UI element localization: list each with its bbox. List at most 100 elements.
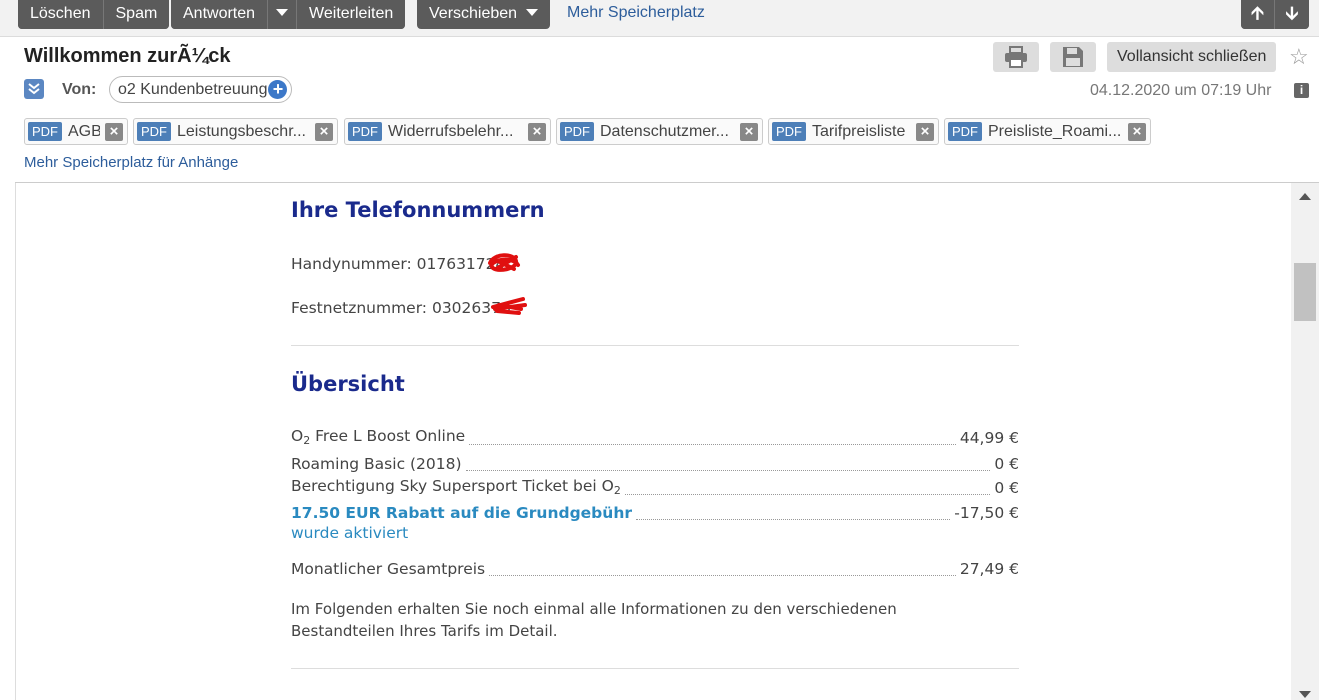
discount-value: -17,50 € — [954, 504, 1019, 522]
reply-options-dropdown[interactable] — [268, 0, 298, 29]
section-divider — [291, 345, 1019, 346]
spam-button[interactable]: Spam — [103, 0, 170, 29]
chevron-down-icon — [276, 9, 289, 17]
landline-number: Festnetznummer: 03026376 — [291, 299, 511, 317]
print-button[interactable] — [993, 42, 1039, 72]
move-group: Verschieben — [417, 0, 550, 29]
attachment-item[interactable]: PDF Widerrufsbelehr... × — [344, 118, 551, 145]
double-chevron-down-icon — [28, 83, 40, 95]
remove-attachment-icon[interactable]: × — [1128, 122, 1146, 141]
arrow-down-icon: 🡫 — [1285, 3, 1299, 23]
tariff-row: O2 Free L Boost Online 44,99 € — [291, 425, 1019, 447]
scroll-thumb[interactable] — [1294, 263, 1316, 321]
discount-note: wurde aktiviert — [291, 524, 409, 542]
attachment-name: Tarifpreisliste — [812, 122, 906, 140]
pdf-badge: PDF — [137, 122, 171, 141]
remove-attachment-icon[interactable]: × — [105, 122, 123, 141]
attachment-name: AGB — [68, 122, 100, 140]
from-label: Von: — [62, 81, 97, 98]
discount-label: 17.50 EUR Rabatt auf die Grundgebühr — [291, 504, 632, 522]
info-text-line-2: Bestandteilen Ihres Tarifs im Detail. — [291, 622, 558, 640]
o2-subscript: 2 — [613, 484, 621, 497]
pdf-badge: PDF — [348, 122, 382, 141]
pdf-badge: PDF — [948, 122, 982, 141]
attachment-name: Widerrufsbelehr... — [388, 122, 514, 140]
o2-letter: O — [291, 427, 304, 445]
navigation-group: 🡩 🡫 — [1241, 0, 1309, 29]
reply-forward-group: Antworten Weiterleiten — [171, 0, 406, 29]
total-row: Monatlicher Gesamtpreis 27,49 € — [291, 556, 1019, 578]
scroll-down-arrow-icon[interactable] — [1299, 691, 1311, 698]
more-attachment-storage-link[interactable]: Mehr Speicherplatz für Anhänge — [24, 154, 238, 171]
sender-name: o2 Kundenbetreuung — [118, 81, 268, 98]
attachment-item[interactable]: PDF Datenschutzmer... × — [556, 118, 763, 145]
attachment-name: Preisliste_Roami... — [988, 122, 1122, 140]
move-button[interactable]: Verschieben — [417, 0, 550, 29]
tariff-row: Roaming Basic (2018) 0 € — [291, 451, 1019, 473]
mobile-number-text: Handynummer: 017631724 — [291, 255, 506, 273]
overview-heading: Übersicht — [291, 372, 405, 396]
redaction-scribble — [488, 253, 520, 272]
remove-attachment-icon[interactable]: × — [528, 122, 546, 141]
attachment-name: Leistungsbeschr... — [177, 122, 306, 140]
attachment-item[interactable]: PDF Leistungsbeschr... × — [133, 118, 338, 145]
printer-icon — [1005, 46, 1027, 68]
expand-details-button[interactable] — [24, 79, 44, 99]
save-button[interactable] — [1050, 42, 1096, 72]
total-label: Monatlicher Gesamtpreis — [291, 560, 486, 578]
add-contact-icon[interactable]: + — [268, 80, 288, 99]
floppy-disk-icon — [1063, 47, 1083, 67]
arrow-up-icon: 🡩 — [1251, 3, 1264, 23]
dotted-leader — [489, 575, 956, 576]
pdf-badge: PDF — [28, 122, 62, 141]
phones-heading: Ihre Telefonnummern — [291, 198, 545, 222]
remove-attachment-icon[interactable]: × — [740, 122, 758, 141]
attachment-name: Datenschutzmer... — [600, 122, 729, 140]
vertical-scrollbar[interactable] — [1291, 183, 1319, 700]
toolbar: Löschen Spam Antworten Weiterleiten Vers… — [0, 0, 1319, 37]
sender-chip[interactable]: o2 Kundenbetreuung + — [109, 76, 293, 103]
dotted-leader — [465, 470, 991, 471]
attachment-item[interactable]: PDF AGB × — [24, 118, 128, 145]
mail-body: Ihre Telefonnummern Handynummer: 0176317… — [15, 183, 1291, 700]
next-mail-button[interactable]: 🡫 — [1275, 0, 1309, 29]
total-value: 27,49 € — [959, 560, 1019, 578]
tariff-row-label: Berechtigung Sky Supersport Ticket bei O… — [291, 477, 621, 497]
sky-ticket-text: Berechtigung Sky Supersport Ticket bei O — [291, 477, 614, 495]
section-divider — [291, 668, 1019, 669]
tariff-row-value: 44,99 € — [959, 429, 1019, 447]
pdf-badge: PDF — [772, 122, 806, 141]
tariff-row-value: 0 € — [994, 455, 1019, 473]
tariff-row-value: 0 € — [994, 479, 1019, 497]
attachment-item[interactable]: PDF Preisliste_Roami... × — [944, 118, 1151, 145]
move-button-label: Verschieben — [429, 5, 518, 22]
mail-subject: Willkommen zurÃ¼ck — [24, 45, 231, 67]
info-icon[interactable]: i — [1294, 83, 1309, 98]
info-text-line-1: Im Folgenden erhalten Sie noch einmal al… — [291, 600, 897, 618]
discount-row: 17.50 EUR Rabatt auf die Grundgebühr -17… — [291, 500, 1019, 522]
dotted-leader — [469, 444, 956, 445]
forward-button[interactable]: Weiterleiten — [297, 0, 406, 29]
reply-button[interactable]: Antworten — [171, 0, 269, 29]
star-icon[interactable]: ☆ — [1289, 44, 1309, 70]
attachment-item[interactable]: PDF Tarifpreisliste × — [768, 118, 939, 145]
dotted-leader — [624, 494, 991, 495]
delete-button[interactable]: Löschen — [18, 0, 104, 29]
scroll-up-arrow-icon[interactable] — [1299, 193, 1311, 200]
redaction-scribble — [491, 297, 527, 315]
close-full-view-button[interactable]: Vollansicht schließen — [1107, 42, 1277, 72]
tariff-name: Free L Boost Online — [310, 427, 466, 445]
tariff-row-label: Roaming Basic (2018) — [291, 455, 462, 473]
mail-date: 04.12.2020 um 07:19 Uhr — [1090, 82, 1272, 99]
pdf-badge: PDF — [560, 122, 594, 141]
more-storage-link[interactable]: Mehr Speicherplatz — [567, 4, 705, 22]
tariff-row: Berechtigung Sky Supersport Ticket bei O… — [291, 475, 1019, 497]
remove-attachment-icon[interactable]: × — [916, 122, 934, 141]
mobile-number: Handynummer: 017631724 — [291, 255, 505, 273]
previous-mail-button[interactable]: 🡩 — [1241, 0, 1275, 29]
remove-attachment-icon[interactable]: × — [315, 122, 333, 141]
landline-number-text: Festnetznummer: 03026376 — [291, 299, 511, 317]
delete-spam-group: Löschen Spam — [18, 0, 170, 29]
chevron-down-icon — [525, 9, 538, 17]
dotted-leader — [636, 519, 951, 520]
